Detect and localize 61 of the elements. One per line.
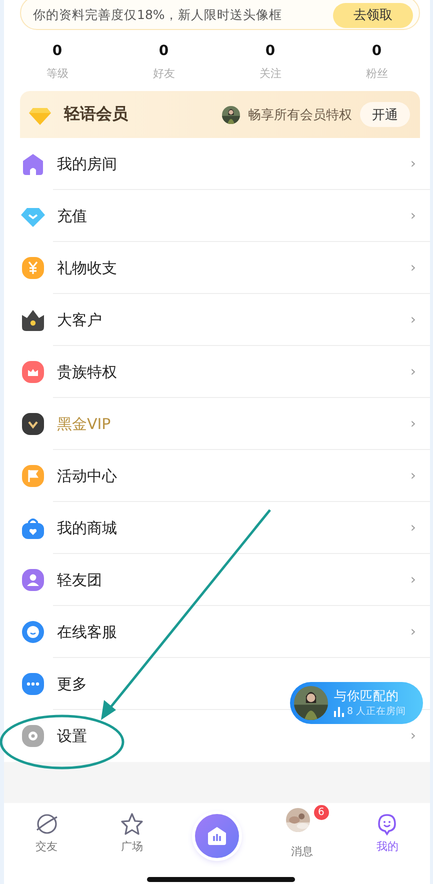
membership-card[interactable]: 轻语会员 畅享所有会员特权 开通 [20,91,420,138]
stat-value: 0 [372,43,382,59]
chevron-icon: › [410,312,416,328]
banner-text: 你的资料完善度仅18%，新人限时送头像框 [33,6,282,24]
stat-label: 好友 [152,66,175,81]
chevron-icon: › [410,260,416,276]
gift-icon [21,360,45,384]
chevron-icon: › [410,468,416,484]
person-icon [21,568,45,592]
yuan-icon [21,256,45,280]
chevron-icon: › [410,624,416,640]
chevron-icon: › [410,572,416,588]
planet-icon [34,812,59,836]
bar-chart-icon [334,706,344,716]
gear-icon [21,724,45,748]
nav-tab[interactable]: 广场 [89,803,174,884]
menu-item[interactable]: 我的商城 [57,518,410,538]
chevron-icon: › [410,364,416,380]
menu-item[interactable]: 礼物收支 [57,258,410,278]
chevron-icon: › [410,416,416,432]
v-badge-icon [21,412,45,436]
star-icon [120,812,144,836]
menu-item[interactable]: 充值 [57,206,410,226]
chat-bubble-icon [21,620,45,644]
nav-tab[interactable]: 6 消息 [260,803,345,884]
chevron-icon: › [410,156,416,172]
chevron-icon: › [410,728,416,744]
match-subtitle: 8 人正在房间 [347,705,406,718]
membership-perk: 畅享所有会员特权 [248,106,352,124]
tab-label: 交友 [36,839,58,854]
stat-label: 等级 [46,66,68,81]
menu-item[interactable]: 轻友团 [57,570,410,590]
chevron-icon: › [410,208,416,224]
shopping-bag-icon [21,516,45,540]
menu-item[interactable]: 在线客服 [57,622,410,642]
membership-title: 轻语会员 [64,104,129,125]
menu-item[interactable]: 我的房间 [57,154,410,174]
menu-item[interactable]: 活动中心 [57,466,410,486]
stat-value: 0 [265,43,276,59]
crown-icon [21,308,45,332]
nav-tab[interactable]: 我的 [344,803,430,884]
flag-icon [21,464,45,488]
stat-value: 0 [158,43,169,59]
match-title: 与你匹配的 [334,688,400,705]
activate-button[interactable]: 开通 [360,102,410,127]
house-icon [21,152,45,176]
stat-label: 粉丝 [366,66,388,81]
stat-value: 0 [52,43,62,59]
tab-label: 广场 [120,839,143,854]
claim-button[interactable]: 去领取 [333,2,413,28]
menu-item[interactable]: 大客户 [57,310,410,330]
menu-item[interactable]: 贵族特权 [57,362,410,382]
tab-label: 我的 [376,839,398,854]
live-room-button[interactable] [194,814,239,858]
tab-label: 消息 [291,844,314,859]
nav-tab[interactable]: 交友 [4,803,90,884]
unread-badge: 6 [314,805,329,820]
more-icon [21,672,45,696]
chevron-icon: › [410,520,416,536]
menu-item[interactable]: 设置 [57,726,410,746]
stat-label: 关注 [259,66,282,81]
